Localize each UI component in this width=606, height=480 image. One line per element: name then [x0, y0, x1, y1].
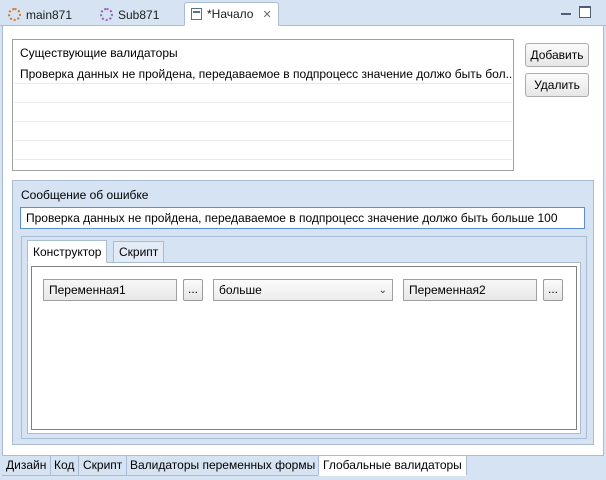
process-icon [8, 8, 21, 21]
tab-label: *Начало [207, 7, 254, 21]
error-message-group: Сообщение об ошибке Проверка данных не п… [12, 180, 594, 445]
variable2-field[interactable]: Переменная2 [403, 279, 537, 301]
variable2-browse-button[interactable]: ... [543, 279, 563, 301]
error-message-input[interactable]: Проверка данных не пройдена, передаваемо… [20, 207, 585, 229]
tab-label: main871 [26, 7, 73, 22]
validators-list[interactable]: Проверка данных не пройдена, передаваемо… [14, 65, 512, 170]
tab-main871[interactable]: main871 [2, 3, 78, 26]
variable1-browse-button[interactable]: ... [183, 279, 203, 301]
empty-row [14, 141, 512, 160]
constructor-area: Переменная1 ... больше ⌄ Переменная2 ... [31, 266, 577, 430]
add-button[interactable]: Добавить [525, 43, 589, 67]
minimize-icon[interactable] [560, 6, 572, 18]
validator-row[interactable]: Проверка данных не пройдена, передаваемо… [14, 65, 512, 84]
delete-button[interactable]: Удалить [525, 73, 589, 97]
empty-row [14, 122, 512, 141]
tab-script[interactable]: Скрипт [113, 241, 165, 263]
editor-tab-strip: main871 Sub871 *Начало ✕ [0, 0, 606, 26]
condition-tabs: Переменная1 ... больше ⌄ Переменная2 ...… [21, 236, 587, 439]
variable1-field[interactable]: Переменная1 [43, 279, 177, 301]
validators-title: Существующие валидаторы [20, 46, 178, 60]
subprocess-icon [100, 8, 113, 21]
bottom-tab-bar: Дизайн Код Скрипт Валидаторы переменных … [2, 456, 604, 478]
tab-form-variable-validators[interactable]: Валидаторы переменных формы [126, 456, 321, 476]
tab-sub871[interactable]: Sub871 [94, 3, 165, 26]
operator-value: больше [219, 283, 262, 297]
tab-bottom-script[interactable]: Скрипт [79, 456, 128, 476]
close-icon[interactable]: ✕ [262, 8, 271, 21]
tab-code[interactable]: Код [50, 456, 80, 476]
tab-constructor[interactable]: Конструктор [27, 240, 108, 263]
maximize-icon[interactable] [579, 6, 591, 18]
tab-global-validators[interactable]: Глобальные валидаторы [318, 456, 467, 476]
empty-row [14, 84, 512, 103]
tab-start[interactable]: *Начало ✕ [184, 2, 279, 26]
tab-label: Sub871 [118, 7, 160, 22]
validators-group: Существующие валидаторы Проверка данных … [12, 39, 514, 171]
tab-design[interactable]: Дизайн [2, 456, 52, 476]
empty-row [14, 103, 512, 122]
constructor-panel: Переменная1 ... больше ⌄ Переменная2 ... [27, 262, 581, 434]
chevron-down-icon: ⌄ [378, 285, 387, 296]
error-message-title: Сообщение об ошибке [21, 188, 149, 202]
operator-select[interactable]: больше ⌄ [213, 279, 393, 301]
form-icon [191, 8, 202, 20]
